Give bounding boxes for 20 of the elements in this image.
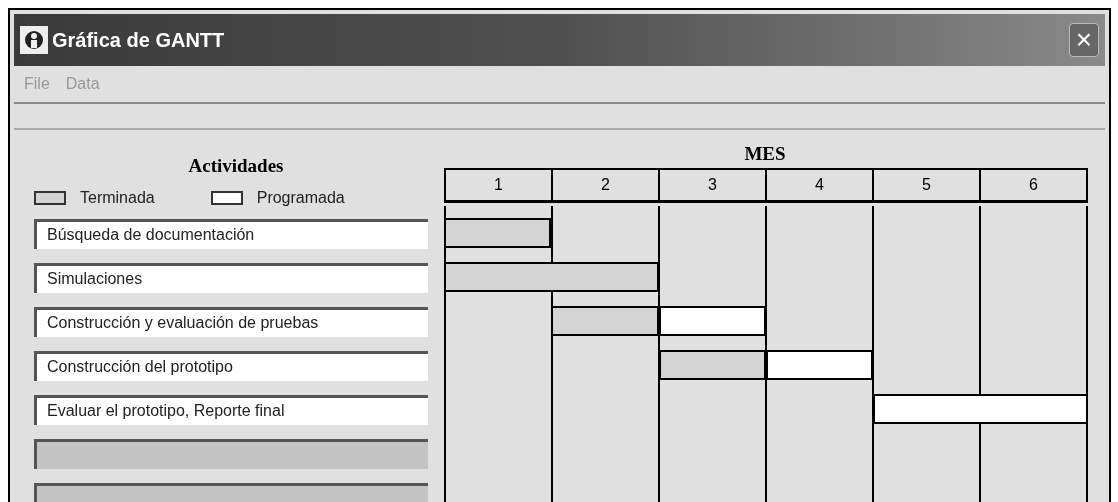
month-header: 6 (979, 170, 1086, 200)
month-header: 1 (493, 175, 504, 195)
activity-field[interactable]: Construcción y evaluación de pruebas (34, 306, 428, 337)
activity-field[interactable]: Simulaciones (34, 262, 428, 293)
month-header: 5 (872, 170, 979, 200)
close-button[interactable]: × (1069, 23, 1099, 57)
legend-swatch (210, 190, 243, 205)
activity-field[interactable]: Búsqueda de documentación (34, 218, 428, 249)
activity-field[interactable]: Construcción del prototipo (34, 350, 428, 381)
activity-field[interactable]: Evaluar el prototipo, Reporte final (34, 394, 428, 425)
activities-title: Actividades (187, 154, 285, 178)
month-header: 2 (551, 170, 658, 200)
month-header: 3 (658, 170, 765, 200)
app-icon (20, 26, 48, 54)
window-title: Gráfica de GANTT (52, 28, 225, 53)
legend-swatch (34, 190, 66, 205)
legend-label: Terminada (80, 187, 155, 208)
legend-label: Programada (256, 187, 345, 208)
months-title: MES (743, 142, 787, 166)
month-header: 4 (765, 170, 872, 200)
